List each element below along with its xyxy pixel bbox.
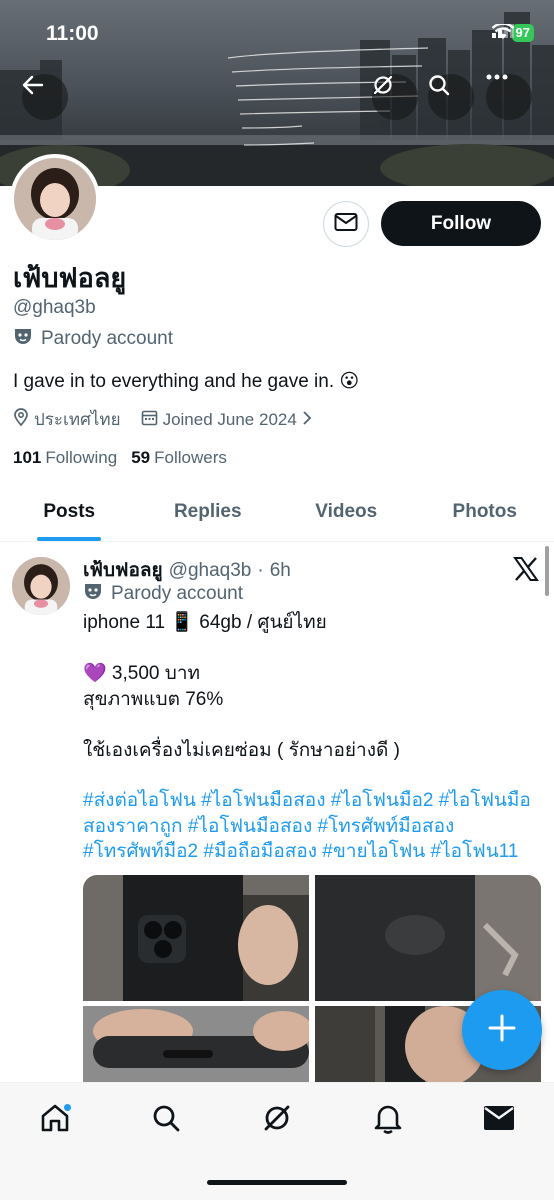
follow-button[interactable]: Follow (381, 201, 541, 246)
back-button[interactable] (22, 74, 68, 120)
post-separator: · (257, 560, 264, 581)
post-parody-label: Parody account (83, 582, 243, 606)
location-text: ประเทศไทย (34, 410, 121, 429)
notification-dot (63, 1103, 72, 1112)
grok-icon (261, 1102, 293, 1139)
envelope-icon (483, 1105, 515, 1136)
profile-banner[interactable]: 11:00 97 (0, 0, 554, 186)
more-button[interactable] (486, 74, 532, 120)
location-pin-icon (13, 408, 29, 431)
profile-handle: @ghaq3b (13, 297, 96, 318)
post-hashtags[interactable]: #ส่งต่อไอโฟน #ไอโฟนมือสอง #ไอโฟนมือ2 #ไอ… (83, 788, 545, 865)
post-line: iphone 11 📱 64gb / ศูนย์ไทย (83, 612, 327, 633)
parody-label: Parody account (13, 327, 173, 351)
mask-icon (13, 327, 33, 351)
post-line: 💜 3,500 บาท (83, 663, 201, 684)
post-line (83, 636, 543, 662)
post-body: iphone 11 📱 64gb / ศูนย์ไทย 💜 3,500 บาท … (83, 610, 543, 763)
hashtag-line[interactable]: #ส่งต่อไอโฟน #ไอโฟนมือสอง #ไอโฟนมือ2 #ไอ… (83, 788, 545, 814)
nav-search[interactable] (144, 1098, 188, 1142)
search-icon (151, 1103, 181, 1138)
nav-notifications[interactable] (366, 1098, 410, 1142)
followers-label: Followers (154, 448, 227, 467)
tab-replies[interactable]: Replies (139, 482, 278, 541)
followers-count: 59 (131, 448, 151, 467)
hashtag-line[interactable]: #โทรศัพท์มือ2 #มือถือมือสอง #ขายไอโฟน #ไ… (83, 839, 545, 865)
plus-icon (487, 1013, 517, 1048)
nav-home[interactable] (33, 1098, 77, 1142)
status-icons: 97 (491, 24, 534, 42)
profile-tabs: Posts Replies Videos Photos (0, 482, 554, 542)
nav-messages[interactable] (477, 1098, 521, 1142)
tab-photos[interactable]: Photos (416, 482, 554, 541)
grok-button[interactable] (372, 74, 418, 120)
x-logo-icon (513, 556, 539, 587)
post-author-handle: @ghaq3b (168, 560, 252, 581)
message-button[interactable] (323, 201, 369, 247)
nav-grok[interactable] (255, 1098, 299, 1142)
post-line (83, 712, 543, 738)
parody-text: Parody account (41, 328, 174, 349)
home-indicator (207, 1180, 347, 1185)
post-line: ใช้เองเครื่องไม่เคยซ่อม ( รักษาอย่างดี ) (83, 739, 400, 761)
status-time: 11:00 (46, 22, 99, 45)
post-photo-2[interactable] (315, 875, 541, 1001)
profile-display-name: เฟ้บฟอลยู (13, 263, 127, 293)
scrollbar[interactable] (545, 546, 549, 596)
profile-avatar[interactable] (10, 154, 100, 244)
calendar-icon (141, 409, 158, 431)
hashtag-line[interactable]: สองราคาถูก #ไอโฟนมือสอง #โทรศัพท์มือสอง (83, 814, 545, 840)
post-author-name[interactable]: เฟ้บฟอลยู (83, 555, 163, 585)
tab-videos[interactable]: Videos (277, 482, 416, 541)
following-label: Following (45, 448, 118, 467)
joined-date[interactable]: Joined June 2024 (141, 409, 312, 431)
compose-post-button[interactable] (462, 990, 542, 1070)
tab-posts[interactable]: Posts (0, 482, 139, 541)
location: ประเทศไทย (13, 406, 121, 433)
battery-indicator: 97 (511, 24, 534, 42)
post-photo-3[interactable] (83, 1006, 309, 1086)
post-photo-1[interactable] (83, 875, 309, 1001)
chevron-right-icon (302, 410, 312, 430)
following-count: 101 (13, 448, 42, 467)
post-header: เฟ้บฟอลยู @ghaq3b · 6h (83, 555, 291, 585)
profile-bio: I gave in to everything and he gave in. … (13, 371, 360, 392)
post-parody-text: Parody account (111, 583, 244, 604)
mail-icon (334, 212, 358, 237)
profile-meta: ประเทศไทย Joined June 2024 (13, 406, 332, 433)
post-line: สุขภาพแบต 76% (83, 688, 224, 710)
follow-counts: 101 Following 59 Followers (13, 448, 227, 468)
bell-icon (373, 1102, 403, 1139)
following-link[interactable]: 101 Following (13, 448, 117, 468)
post-avatar[interactable] (12, 557, 70, 615)
mask-icon (83, 582, 103, 606)
joined-text: Joined June 2024 (162, 409, 297, 429)
post-time: 6h (269, 560, 291, 581)
search-button[interactable] (428, 74, 474, 120)
followers-link[interactable]: 59 Followers (131, 448, 227, 468)
